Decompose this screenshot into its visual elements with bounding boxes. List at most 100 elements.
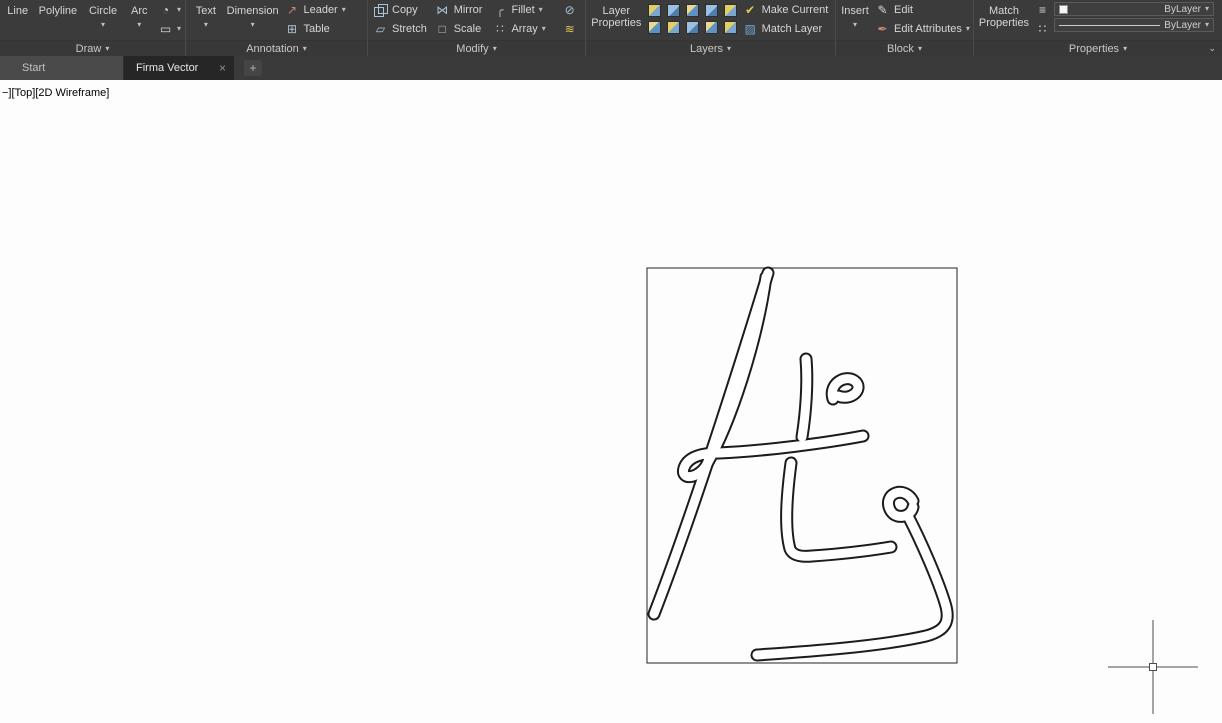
panel-label-layers[interactable]: Layers ▾ (586, 40, 835, 56)
color-swatch-icon (1059, 4, 1068, 14)
grid-button[interactable]: ∷ (1032, 21, 1054, 37)
array-button[interactable]: ∷ Array ▾ (489, 21, 559, 37)
panel-label-annotation[interactable]: Annotation ▾ (186, 40, 367, 56)
chevron-down-icon[interactable]: ▾ (966, 25, 970, 33)
explode-button[interactable]: ≋ (559, 21, 583, 37)
text-button[interactable]: Text ▾ (188, 0, 224, 40)
make-current-button[interactable]: ✔ Make Current (740, 2, 833, 18)
scale-icon: □ (438, 22, 446, 36)
layer-tool-button[interactable] (683, 19, 702, 36)
erase-button[interactable]: ⊘ (559, 2, 583, 18)
text-button-label: Text (195, 5, 216, 17)
layer-properties-button[interactable]: Layer Properties (588, 0, 645, 40)
new-tab-button[interactable]: + (244, 60, 262, 76)
ribbon-panel-layers: Layer Properties ✔ Make Current ▨ Match … (586, 0, 836, 56)
layer-tool-button[interactable] (683, 2, 702, 19)
signature-paths[interactable] (647, 266, 954, 662)
linetype-value: ByLayer (1164, 19, 1201, 31)
leader-button[interactable]: ↗ Leader ▾ (281, 2, 365, 18)
panel-label-modify[interactable]: Modify ▾ (368, 40, 585, 56)
chevron-down-icon[interactable]: ▾ (542, 25, 546, 33)
layer-properties-button-label: Layer Properties (591, 5, 642, 29)
properties-icon-column: ≡ ∷ (1032, 0, 1054, 40)
match-layer-button[interactable]: ▨ Match Layer (740, 21, 833, 37)
layer-tool-button[interactable] (645, 19, 664, 36)
dimension-button[interactable]: Dimension ▾ (224, 0, 282, 40)
viewport-controls[interactable]: −][Top][2D Wireframe] (2, 87, 109, 99)
signature-bounding-rect[interactable] (646, 267, 958, 664)
properties-panel-content: Match Properties ≡ ∷ ByLayer ▾ ByLayer ▾ (974, 0, 1222, 40)
chevron-down-icon[interactable]: ▾ (177, 25, 181, 33)
copy-button[interactable]: Copy (370, 2, 432, 18)
block-panel-title: Block (887, 42, 914, 55)
start-tab-label: Start (22, 62, 46, 74)
chevron-down-icon[interactable]: ▾ (342, 6, 346, 14)
file-tab-start[interactable]: Start (0, 56, 124, 80)
match-layer-icon: ▨ (744, 22, 756, 36)
chevron-down-icon: ▾ (302, 43, 307, 53)
array-button-label: Array (511, 23, 538, 35)
chevron-down-icon[interactable]: ▾ (177, 6, 181, 14)
array-icon: ∷ (496, 22, 504, 36)
chevron-down-icon[interactable]: ▾ (539, 6, 543, 14)
chevron-down-icon[interactable]: ▾ (1205, 21, 1209, 29)
list-button[interactable]: ≡ (1032, 2, 1054, 18)
circle-button[interactable]: Circle ▾ (82, 0, 123, 40)
insert-button[interactable]: Insert ▾ (838, 0, 872, 40)
edit-block-button[interactable]: ✎ Edit (872, 2, 970, 18)
layer-tool-icon (685, 4, 699, 17)
ellipse-button[interactable]: ◔ ▾ (155, 2, 183, 18)
ribbon-panel-block: Insert ▾ ✎ Edit ✒ Edit Attributes ▾ Bloc… (836, 0, 974, 56)
draw-extra-column: ◔ ▾ ▭ ▾ (155, 0, 183, 40)
file-tab-firma-vector[interactable]: Firma Vector × (124, 56, 234, 80)
layer-tool-button[interactable] (702, 2, 721, 19)
chevron-down-icon[interactable]: ▾ (853, 21, 857, 29)
stretch-button[interactable]: ▱ Stretch (370, 21, 432, 37)
layer-tool-button[interactable] (702, 19, 721, 36)
layer-tool-button[interactable] (721, 2, 740, 19)
layer-tool-button[interactable] (664, 19, 683, 36)
layer-tool-button[interactable] (664, 2, 683, 19)
autocad-window: Line Polyline Circle ▾ Arc ▾ ◔ ▾ ▭ ▾ Dra… (0, 0, 1222, 723)
dimension-button-label: Dimension (226, 5, 279, 17)
edit-attributes-button[interactable]: ✒ Edit Attributes ▾ (872, 21, 970, 37)
match-properties-button[interactable]: Match Properties (976, 0, 1032, 40)
chevron-down-icon[interactable]: ▾ (137, 21, 141, 29)
grid-icon: ∷ (1038, 22, 1047, 36)
chevron-down-icon[interactable]: ▾ (251, 21, 255, 29)
fillet-button[interactable]: ╭ Fillet ▾ (489, 2, 559, 18)
linetype-dropdown[interactable]: ByLayer ▾ (1054, 18, 1214, 32)
panel-label-properties[interactable]: Properties ▾ (974, 40, 1222, 56)
chevron-down-icon: ▾ (917, 43, 922, 53)
ribbon-panel-annotation: Text ▾ Dimension ▾ ↗ Leader ▾ ⊞ Table An… (186, 0, 368, 56)
draw-panel-title: Draw (75, 42, 102, 55)
mirror-icon: ⋈ (436, 3, 449, 17)
scale-button[interactable]: □ Scale (432, 21, 490, 37)
pickbox-icon (1149, 663, 1157, 671)
annotation-extra-column: ↗ Leader ▾ ⊞ Table (281, 0, 365, 40)
table-button[interactable]: ⊞ Table (281, 21, 365, 37)
drawing-canvas[interactable]: −][Top][2D Wireframe] (0, 80, 1222, 723)
line-button[interactable]: Line (2, 0, 33, 40)
chevron-down-icon[interactable]: ▾ (1205, 5, 1209, 13)
arc-button[interactable]: Arc ▾ (124, 0, 155, 40)
rectangle-button[interactable]: ▭ ▾ (155, 21, 183, 37)
chevron-down-icon[interactable]: ▾ (204, 21, 208, 29)
layer-tool-button[interactable] (721, 19, 740, 36)
object-color-value: ByLayer (1164, 3, 1201, 15)
panel-label-block[interactable]: Block ▾ (836, 40, 973, 56)
panel-label-draw[interactable]: Draw ▾ (0, 40, 185, 56)
ribbon-panel-properties: Match Properties ≡ ∷ ByLayer ▾ ByLayer ▾… (974, 0, 1222, 56)
ribbon-overflow-chevron-icon[interactable]: ⌄ (1208, 43, 1216, 54)
layer-tool-button[interactable] (645, 2, 664, 19)
layer-tool-icon (647, 21, 661, 34)
polyline-button[interactable]: Polyline (33, 0, 82, 40)
object-color-dropdown[interactable]: ByLayer ▾ (1054, 2, 1214, 16)
close-tab-icon[interactable]: × (219, 61, 226, 75)
modify-column-2: ⋈ Mirror □ Scale (432, 0, 490, 40)
leader-button-label: Leader (303, 4, 338, 16)
edit-attributes-button-label: Edit Attributes (894, 23, 962, 35)
mirror-button[interactable]: ⋈ Mirror (432, 2, 490, 18)
drawing-view[interactable] (0, 80, 1222, 723)
chevron-down-icon[interactable]: ▾ (101, 21, 105, 29)
